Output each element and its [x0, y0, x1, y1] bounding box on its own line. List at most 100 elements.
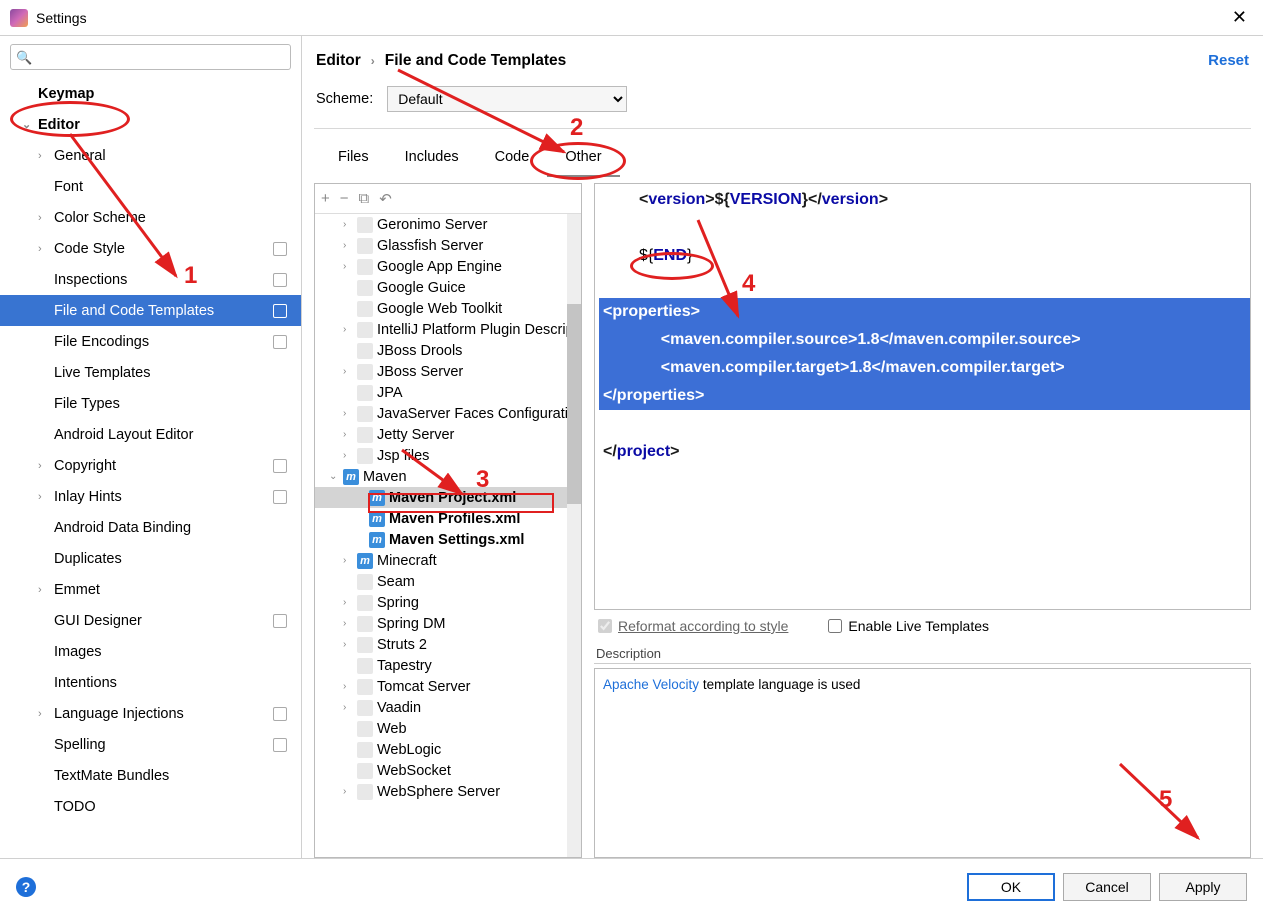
template-item[interactable]: WebLogic [315, 739, 581, 760]
scrollbar[interactable] [567, 214, 581, 857]
chevron-icon: › [343, 408, 355, 419]
sidebar-item-general[interactable]: ›General [0, 140, 301, 171]
settings-tree[interactable]: Keymap⌄Editor›GeneralFont›Color Scheme›C… [0, 78, 301, 858]
template-label: JPA [377, 385, 403, 401]
template-icon: m [357, 553, 373, 569]
template-icon [357, 280, 373, 296]
template-item[interactable]: ›Google App Engine [315, 256, 581, 277]
template-item[interactable]: JBoss Drools [315, 340, 581, 361]
scrollbar-thumb[interactable] [567, 304, 581, 504]
template-item[interactable]: ›JBoss Server [315, 361, 581, 382]
chevron-icon: › [38, 150, 52, 162]
template-item[interactable]: Google Guice [315, 277, 581, 298]
template-label: JBoss Drools [377, 343, 462, 359]
breadcrumb-root[interactable]: Editor [316, 52, 361, 70]
chevron-icon: › [343, 618, 355, 629]
template-item[interactable]: ›Jetty Server [315, 424, 581, 445]
template-item[interactable]: ›IntelliJ Platform Plugin Descrip [315, 319, 581, 340]
template-item[interactable]: mMaven Settings.xml [315, 529, 581, 550]
template-item[interactable]: ›Geronimo Server [315, 214, 581, 235]
template-item[interactable]: ›Spring [315, 592, 581, 613]
sidebar-item-inlay-hints[interactable]: ›Inlay Hints [0, 481, 301, 512]
template-item[interactable]: ›mMinecraft [315, 550, 581, 571]
tab-code[interactable]: Code [477, 143, 548, 177]
sidebar-item-file-types[interactable]: File Types [0, 388, 301, 419]
sidebar-item-label: Live Templates [54, 365, 150, 381]
sidebar-item-keymap[interactable]: Keymap [0, 78, 301, 109]
sidebar-item-code-style[interactable]: ›Code Style [0, 233, 301, 264]
template-item[interactable]: ›Vaadin [315, 697, 581, 718]
reset-link[interactable]: Reset [1208, 52, 1249, 69]
reformat-checkbox[interactable]: Reformat according to style [598, 618, 788, 634]
sidebar-item-color-scheme[interactable]: ›Color Scheme [0, 202, 301, 233]
enable-live-templates-checkbox[interactable]: Enable Live Templates [828, 618, 989, 634]
sidebar-item-textmate-bundles[interactable]: TextMate Bundles [0, 760, 301, 791]
template-item[interactable]: mMaven Project.xml [315, 487, 581, 508]
scheme-select[interactable]: Default [387, 86, 627, 112]
template-item[interactable]: Tapestry [315, 655, 581, 676]
sidebar-item-emmet[interactable]: ›Emmet [0, 574, 301, 605]
sidebar-item-editor[interactable]: ⌄Editor [0, 109, 301, 140]
add-icon[interactable]: + [321, 190, 330, 207]
sidebar-item-android-data-binding[interactable]: Android Data Binding [0, 512, 301, 543]
template-item[interactable]: ›Glassfish Server [315, 235, 581, 256]
template-item[interactable]: JPA [315, 382, 581, 403]
sidebar-item-duplicates[interactable]: Duplicates [0, 543, 301, 574]
template-item[interactable]: ›JavaServer Faces Configuratio [315, 403, 581, 424]
sidebar-item-images[interactable]: Images [0, 636, 301, 667]
template-item[interactable]: ›Struts 2 [315, 634, 581, 655]
remove-icon[interactable]: − [340, 190, 349, 207]
sidebar-item-font[interactable]: Font [0, 171, 301, 202]
tab-other[interactable]: Other [547, 143, 619, 177]
template-item[interactable]: ›Tomcat Server [315, 676, 581, 697]
tab-includes[interactable]: Includes [387, 143, 477, 177]
sidebar-item-file-encodings[interactable]: File Encodings [0, 326, 301, 357]
template-item[interactable]: WebSocket [315, 760, 581, 781]
sidebar-item-label: General [54, 148, 106, 164]
template-item[interactable]: Google Web Toolkit [315, 298, 581, 319]
template-toolbar: + − ⧉ ↶ [315, 184, 581, 214]
sidebar-item-language-injections[interactable]: ›Language Injections [0, 698, 301, 729]
sidebar-item-label: Duplicates [54, 551, 122, 567]
template-label: Web [377, 721, 407, 737]
template-item[interactable]: ⌄mMaven [315, 466, 581, 487]
template-icon: m [369, 511, 385, 527]
sidebar-item-file-and-code-templates[interactable]: File and Code Templates [0, 295, 301, 326]
search-input[interactable] [10, 44, 291, 70]
copy-icon[interactable]: ⧉ [359, 190, 370, 207]
cancel-button[interactable]: Cancel [1063, 873, 1151, 901]
sidebar-item-todo[interactable]: TODO [0, 791, 301, 822]
sidebar-item-spelling[interactable]: Spelling [0, 729, 301, 760]
template-icon [357, 385, 373, 401]
close-icon[interactable]: ✕ [1226, 7, 1253, 28]
template-item[interactable]: Web [315, 718, 581, 739]
sidebar-item-inspections[interactable]: Inspections [0, 264, 301, 295]
template-item[interactable]: mMaven Profiles.xml [315, 508, 581, 529]
template-item[interactable]: ›Spring DM [315, 613, 581, 634]
sidebar-item-gui-designer[interactable]: GUI Designer [0, 605, 301, 636]
sidebar-item-intentions[interactable]: Intentions [0, 667, 301, 698]
template-icon [357, 301, 373, 317]
template-label: Jsp files [377, 448, 429, 464]
undo-icon[interactable]: ↶ [379, 190, 392, 208]
help-icon[interactable]: ? [16, 877, 36, 897]
sidebar-item-android-layout-editor[interactable]: Android Layout Editor [0, 419, 301, 450]
sidebar-item-copyright[interactable]: ›Copyright [0, 450, 301, 481]
velocity-link[interactable]: Apache Velocity [603, 677, 699, 692]
apply-button[interactable]: Apply [1159, 873, 1247, 901]
chevron-icon: › [38, 212, 52, 224]
template-icon [357, 427, 373, 443]
ok-button[interactable]: OK [967, 873, 1055, 901]
template-tree[interactable]: ›Geronimo Server›Glassfish Server›Google… [315, 214, 581, 857]
sidebar-item-label: Android Layout Editor [54, 427, 193, 443]
template-icon: m [343, 469, 359, 485]
template-item[interactable]: ›Jsp files [315, 445, 581, 466]
code-editor[interactable]: <version>${VERSION}</version> ${END} <pr… [594, 183, 1251, 610]
template-label: WebSphere Server [377, 784, 500, 800]
template-label: WebLogic [377, 742, 441, 758]
template-item[interactable]: ›WebSphere Server [315, 781, 581, 802]
tab-files[interactable]: Files [320, 143, 387, 177]
template-item[interactable]: Seam [315, 571, 581, 592]
template-label: WebSocket [377, 763, 451, 779]
sidebar-item-live-templates[interactable]: Live Templates [0, 357, 301, 388]
